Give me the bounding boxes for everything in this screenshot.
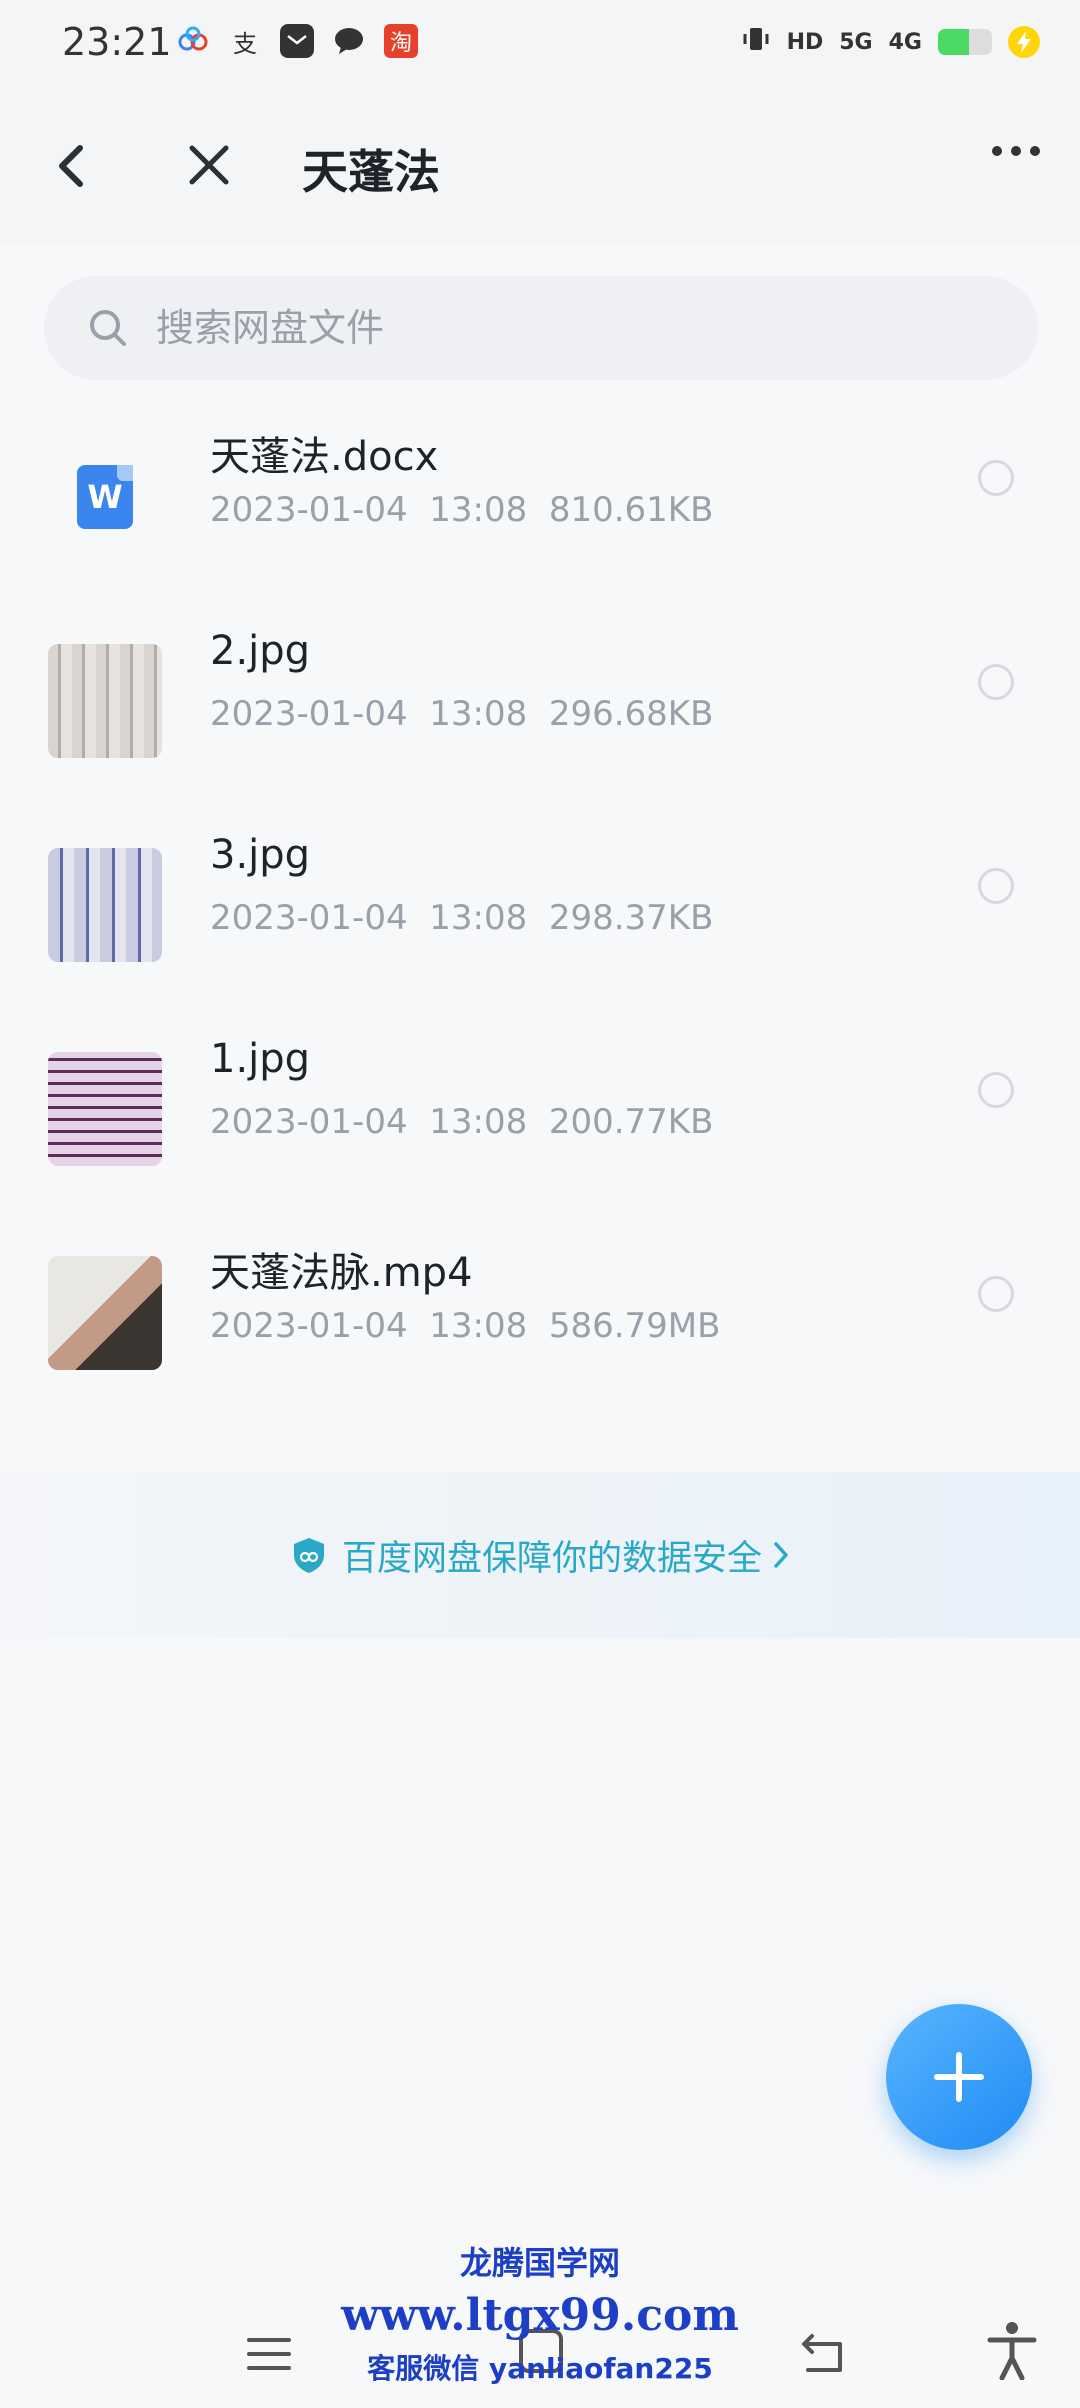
nav-back-button[interactable] <box>798 2330 850 2376</box>
data-safety-banner[interactable]: 百度网盘保障你的数据安全 <box>0 1472 1080 1638</box>
file-name: 3.jpg <box>210 832 311 878</box>
file-row[interactable]: W 天蓬法.docx 2023-01-04 13:08 810.61KB <box>0 400 1080 604</box>
file-date: 2023-01-04 <box>210 898 408 938</box>
page-title: 天蓬法 <box>302 145 440 199</box>
charging-bolt-icon <box>1008 26 1040 58</box>
more-options-button[interactable] <box>992 146 1040 156</box>
file-row[interactable]: 天蓬法脉.mp4 2023-01-04 13:08 586.79MB <box>0 1216 1080 1420</box>
file-name: 天蓬法.docx <box>210 434 439 480</box>
vibrate-icon <box>741 24 771 60</box>
file-meta: 2023-01-04 13:08 298.37KB <box>210 898 713 938</box>
mail-icon <box>280 24 314 58</box>
file-size: 296.68KB <box>548 694 714 734</box>
status-time: 23:21 <box>62 20 172 64</box>
close-icon <box>189 145 229 185</box>
file-thumbnail: W <box>48 440 162 554</box>
file-size: 298.37KB <box>548 898 714 938</box>
file-meta: 2023-01-04 13:08 296.68KB <box>210 694 713 734</box>
file-meta: 2023-01-04 13:08 586.79MB <box>210 1306 720 1346</box>
file-time: 13:08 <box>429 490 528 530</box>
file-date: 2023-01-04 <box>210 1102 408 1142</box>
notification-icons: 支 淘 <box>176 24 418 58</box>
file-thumbnail <box>48 1052 162 1166</box>
watermark-site: 龙腾国学网 <box>459 2244 620 2282</box>
nav-menu-button[interactable] <box>246 2334 292 2374</box>
file-name: 1.jpg <box>210 1036 311 1082</box>
file-date: 2023-01-04 <box>210 694 408 734</box>
select-checkbox[interactable] <box>978 1072 1014 1108</box>
search-bar[interactable] <box>44 276 1038 380</box>
more-dot-icon <box>1011 146 1021 156</box>
file-name: 天蓬法脉.mp4 <box>210 1250 473 1296</box>
chevron-left-icon <box>59 145 83 187</box>
home-icon <box>519 2329 563 2373</box>
file-meta: 2023-01-04 13:08 200.77KB <box>210 1102 713 1142</box>
file-date: 2023-01-04 <box>210 490 408 530</box>
accessibility-icon <box>987 2322 1037 2381</box>
file-row[interactable]: 1.jpg 2023-01-04 13:08 200.77KB <box>0 1012 1080 1216</box>
signal-4g-icon: 4G <box>888 29 922 55</box>
file-size: 586.79MB <box>548 1306 721 1346</box>
battery-icon <box>938 29 992 55</box>
nav-home-button[interactable] <box>516 2326 566 2376</box>
system-nav-bar <box>0 2290 1080 2408</box>
select-checkbox[interactable] <box>978 1276 1014 1312</box>
file-thumbnail <box>48 644 162 758</box>
top-app-bar: 天蓬法 <box>0 84 1080 246</box>
file-thumbnail <box>48 848 162 962</box>
file-time: 13:08 <box>429 1306 528 1346</box>
select-checkbox[interactable] <box>978 460 1014 496</box>
file-row[interactable]: 3.jpg 2023-01-04 13:08 298.37KB <box>0 808 1080 1012</box>
cloud-icon <box>176 24 210 58</box>
menu-icon <box>247 2338 291 2370</box>
file-time: 13:08 <box>429 1102 528 1142</box>
video-thumbnail <box>48 1256 162 1370</box>
alipay-icon: 支 <box>233 29 257 58</box>
file-time: 13:08 <box>429 694 528 734</box>
shield-icon <box>293 1538 324 1573</box>
search-input[interactable] <box>154 305 958 351</box>
safety-banner-text: 百度网盘保障你的数据安全 <box>341 1538 762 1579</box>
hd-indicator: HD <box>786 29 824 55</box>
chevron-right-icon <box>774 1542 788 1568</box>
battery-fill <box>938 29 970 55</box>
status-bar: 23:21 支 淘 HD 5G 4G <box>0 0 1080 84</box>
close-button[interactable] <box>182 138 236 192</box>
file-time: 13:08 <box>429 898 528 938</box>
add-button[interactable] <box>886 2004 1032 2150</box>
more-dot-icon <box>992 146 1002 156</box>
nav-accessibility-button[interactable] <box>984 2320 1040 2381</box>
select-checkbox[interactable] <box>978 664 1014 700</box>
file-size: 200.77KB <box>548 1102 714 1142</box>
word-doc-icon: W <box>77 465 133 529</box>
file-list: W 天蓬法.docx 2023-01-04 13:08 810.61KB 2.j… <box>0 400 1080 1420</box>
plus-icon <box>934 2052 984 2102</box>
system-indicators: HD 5G 4G <box>741 24 1040 60</box>
file-name: 2.jpg <box>210 628 311 674</box>
file-size: 810.61KB <box>548 490 714 530</box>
select-checkbox[interactable] <box>978 868 1014 904</box>
search-icon <box>90 310 126 346</box>
return-icon <box>802 2334 842 2372</box>
more-dot-icon <box>1030 146 1040 156</box>
signal-5g-icon: 5G <box>839 29 873 55</box>
back-button[interactable] <box>46 136 96 196</box>
file-meta: 2023-01-04 13:08 810.61KB <box>210 490 713 530</box>
file-date: 2023-01-04 <box>210 1306 408 1346</box>
file-row[interactable]: 2.jpg 2023-01-04 13:08 296.68KB <box>0 604 1080 808</box>
chat-icon <box>332 24 366 58</box>
taobao-icon: 淘 <box>384 24 418 58</box>
